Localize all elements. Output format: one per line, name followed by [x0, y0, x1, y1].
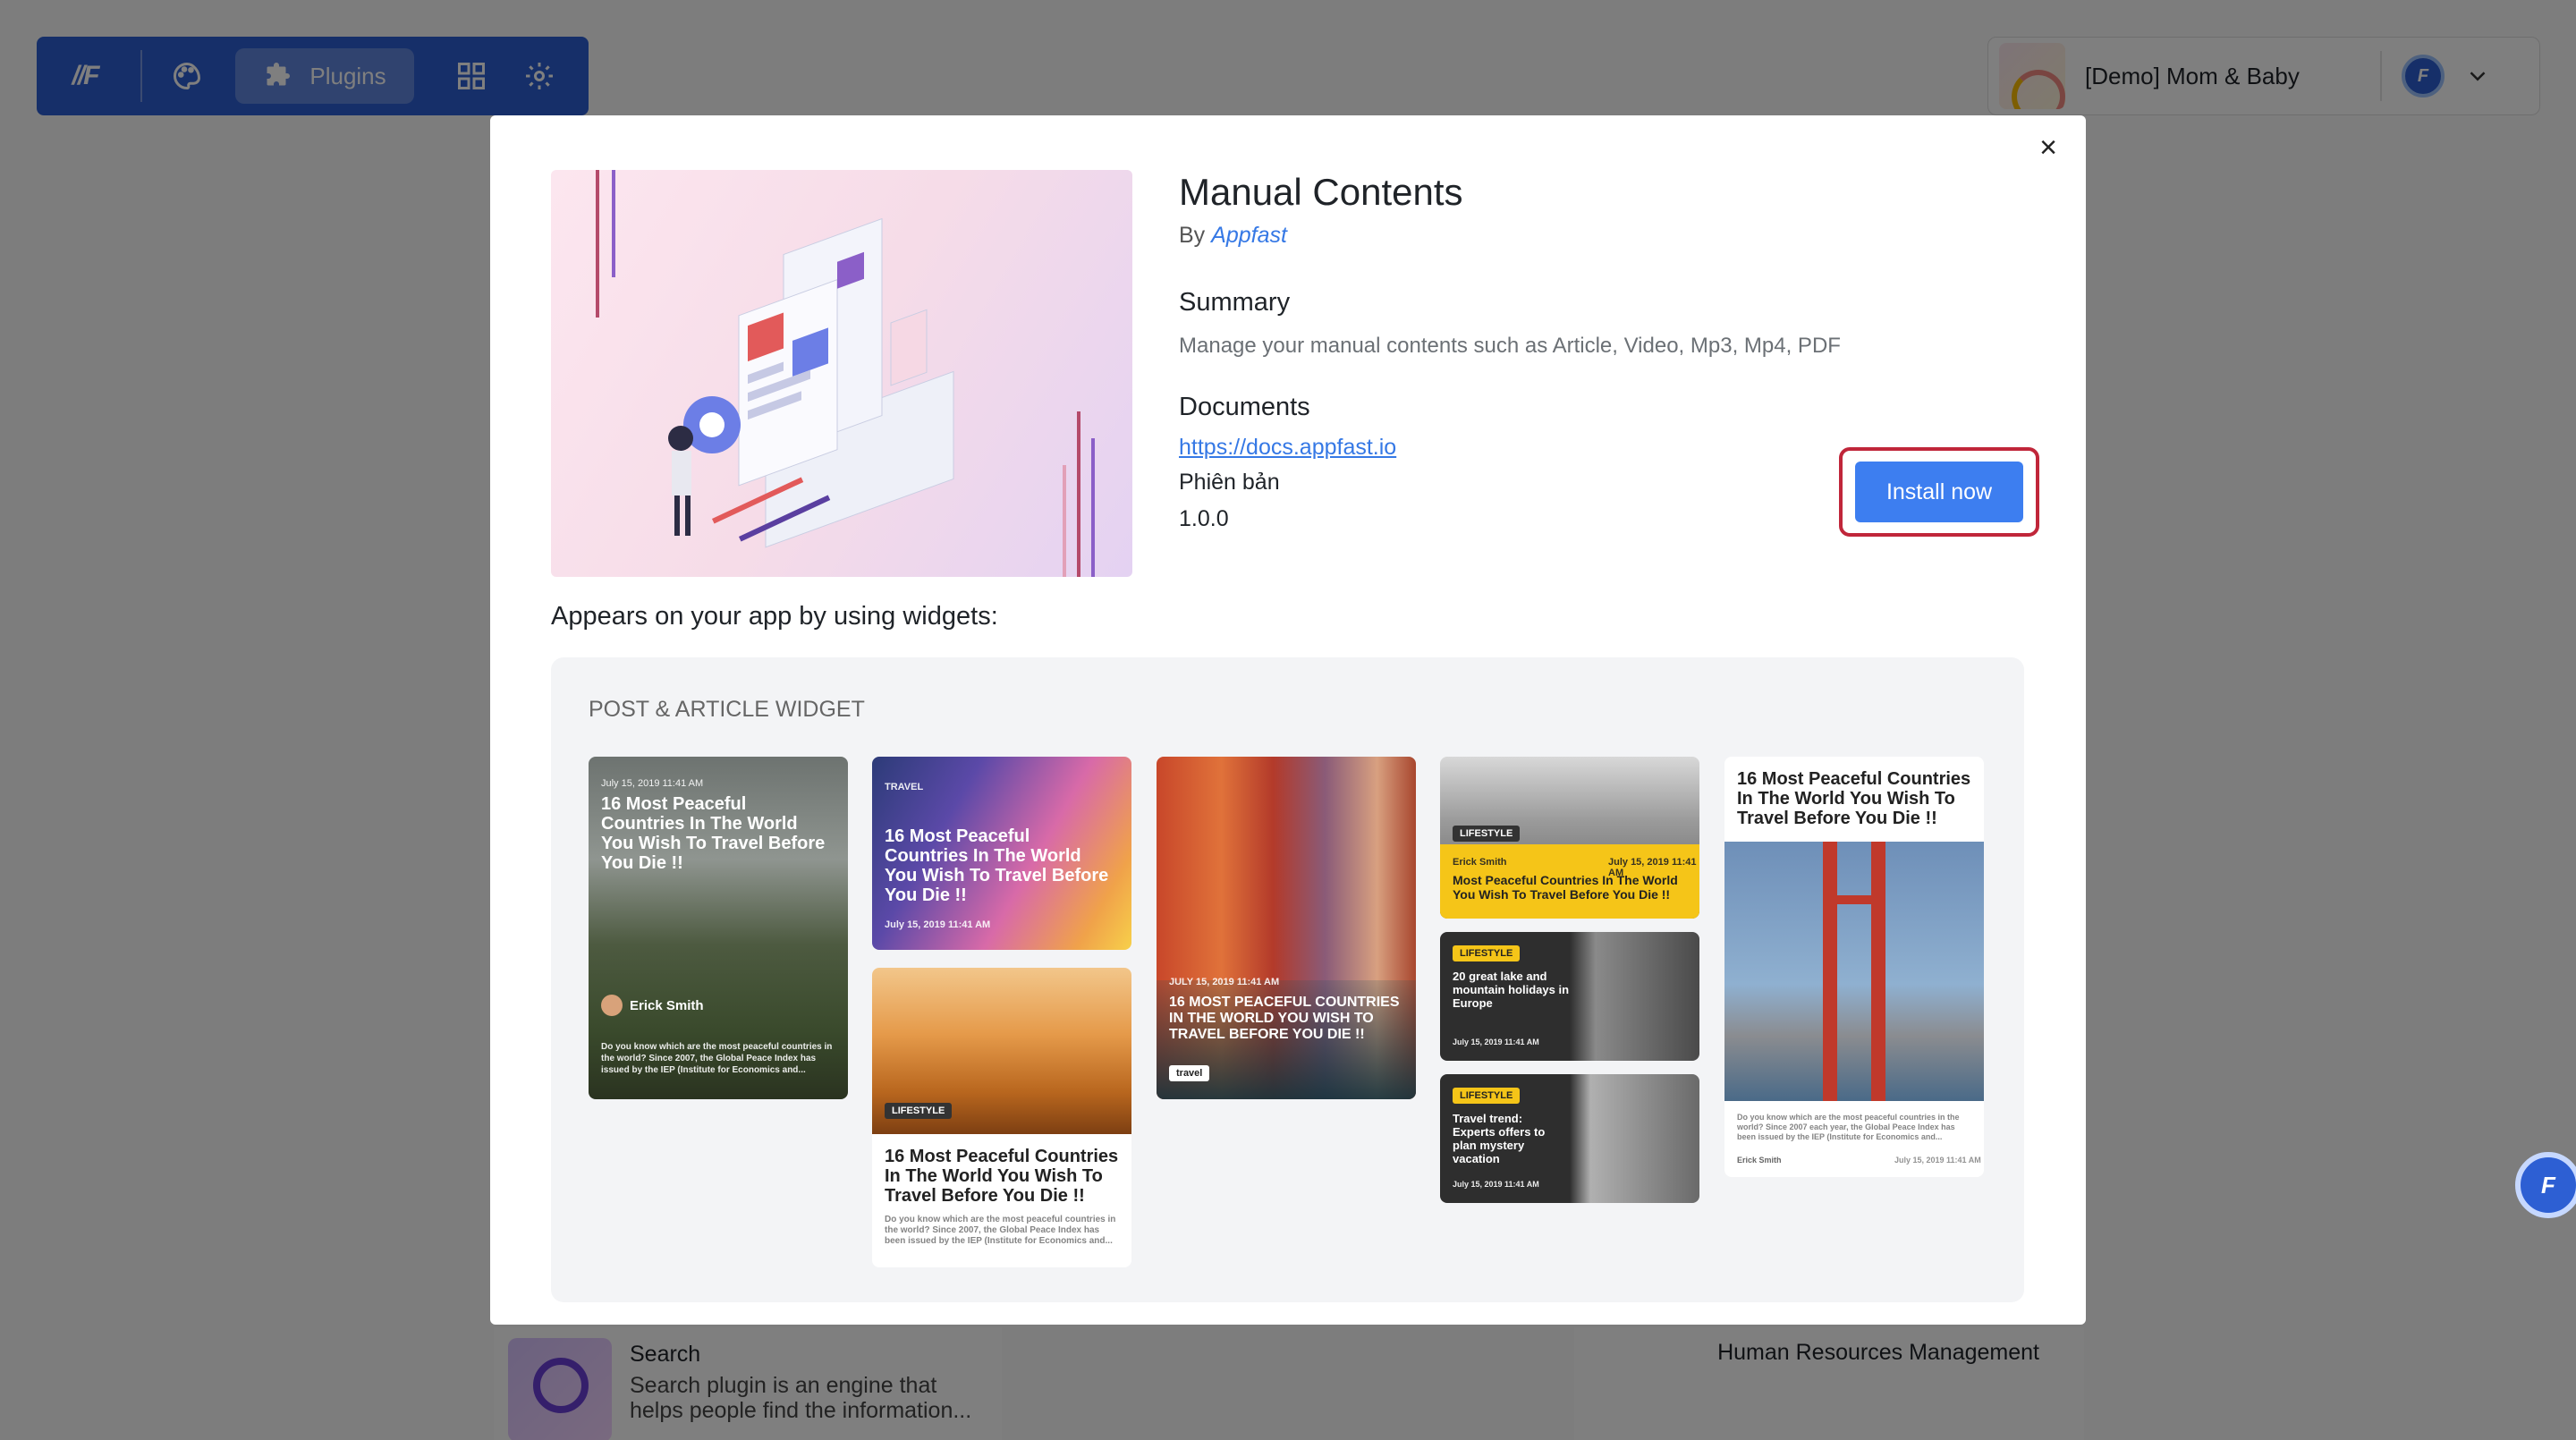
widget-preview-card: JULY 15, 2019 11:41 AM 16 MOST PEACEFUL …: [1157, 757, 1416, 1099]
summary-text: Manage your manual contents such as Arti…: [1179, 334, 1841, 358]
author-avatar: [601, 995, 623, 1016]
install-button-highlight: Install now: [1839, 447, 2039, 537]
card-author: Erick Smith: [1453, 857, 1507, 868]
card-tag: LIFESTYLE: [1453, 826, 1521, 842]
documents-heading: Documents: [1179, 393, 1310, 421]
card-title: 16 Most Peaceful Countries In The World …: [885, 1147, 1119, 1206]
card-tag: LIFESTYLE: [1453, 945, 1521, 961]
widget-section-label: POST & ARTICLE WIDGET: [589, 697, 865, 722]
widget-preview-card: LIFESTYLE Erick Smith July 15, 2019 11:4…: [1440, 757, 1699, 919]
card-tag: TRAVEL: [885, 782, 924, 792]
widget-preview-panel: POST & ARTICLE WIDGET July 15, 2019 11:4…: [551, 657, 2024, 1302]
plugin-author[interactable]: Appfast: [1211, 223, 1287, 248]
close-icon[interactable]: ×: [2030, 130, 2066, 165]
card-date: July 15, 2019 11:41 AM: [1894, 1156, 1981, 1165]
summary-heading: Summary: [1179, 288, 1291, 317]
card-title: Most Peaceful Countries In The World You…: [1453, 873, 1678, 902]
manual-content-illustration: [596, 170, 1095, 577]
plugin-detail-modal: × Manual Contents By Appfast Summary Man…: [490, 115, 2086, 1325]
card-title: 16 Most Peaceful Countries In The World …: [885, 826, 1109, 905]
install-now-button[interactable]: Install now: [1855, 462, 2023, 522]
plugin-hero-illustration: [551, 170, 1132, 577]
bridge-image: [1724, 842, 1984, 1101]
card-body: Do you know which are the most peaceful …: [601, 1042, 833, 1075]
card-title: 20 great lake and mountain holidays in E…: [1453, 970, 1570, 1010]
card-tag: travel: [1169, 1065, 1210, 1081]
widget-preview-card: LIFESTYLE Travel trend: Experts offers t…: [1440, 1074, 1699, 1203]
card-body: Do you know which are the most peaceful …: [1737, 1113, 1960, 1141]
card-author: Erick Smith: [630, 997, 704, 1013]
card-body: Do you know which are the most peaceful …: [885, 1215, 1116, 1246]
card-title: 16 MOST PEACEFUL COUNTRIES IN THE WORLD …: [1169, 995, 1400, 1042]
card-title: 16 Most Peaceful Countries In The World …: [1737, 769, 1971, 828]
widget-preview-card: 16 Most Peaceful Countries In The World …: [1724, 757, 1984, 1177]
card-date: July 15, 2019 11:41 AM: [1453, 1180, 1539, 1189]
card-title: 16 Most Peaceful Countries In The World …: [601, 794, 826, 873]
widget-preview-card: LIFESTYLE 20 great lake and mountain hol…: [1440, 932, 1699, 1061]
card-date: July 15, 2019 11:41 AM: [601, 778, 704, 789]
card-date: July 15, 2019 11:41 AM: [1453, 1038, 1539, 1046]
card-author: Erick Smith: [1737, 1156, 1782, 1165]
widget-preview-card: TRAVEL 16 Most Peaceful Countries In The…: [872, 757, 1131, 950]
card-tag: LIFESTYLE: [1453, 1088, 1521, 1104]
widget-preview-card: LIFESTYLE 16 Most Peaceful Countries In …: [872, 968, 1131, 1267]
widget-preview-card: July 15, 2019 11:41 AM 16 Most Peaceful …: [589, 757, 848, 1099]
widgets-heading: Appears on your app by using widgets:: [551, 602, 998, 631]
card-date: JULY 15, 2019 11:41 AM: [1169, 977, 1280, 987]
card-title: Travel trend: Experts offers to plan mys…: [1453, 1112, 1546, 1165]
chat-launcher-icon[interactable]: F: [2515, 1152, 2576, 1218]
plugin-author-line: By Appfast: [1179, 223, 1984, 249]
card-tag: LIFESTYLE: [885, 1103, 953, 1119]
by-prefix: By: [1179, 223, 1206, 248]
card-date: July 15, 2019 11:41 AM: [885, 919, 991, 930]
plugin-title: Manual Contents: [1179, 171, 1463, 213]
